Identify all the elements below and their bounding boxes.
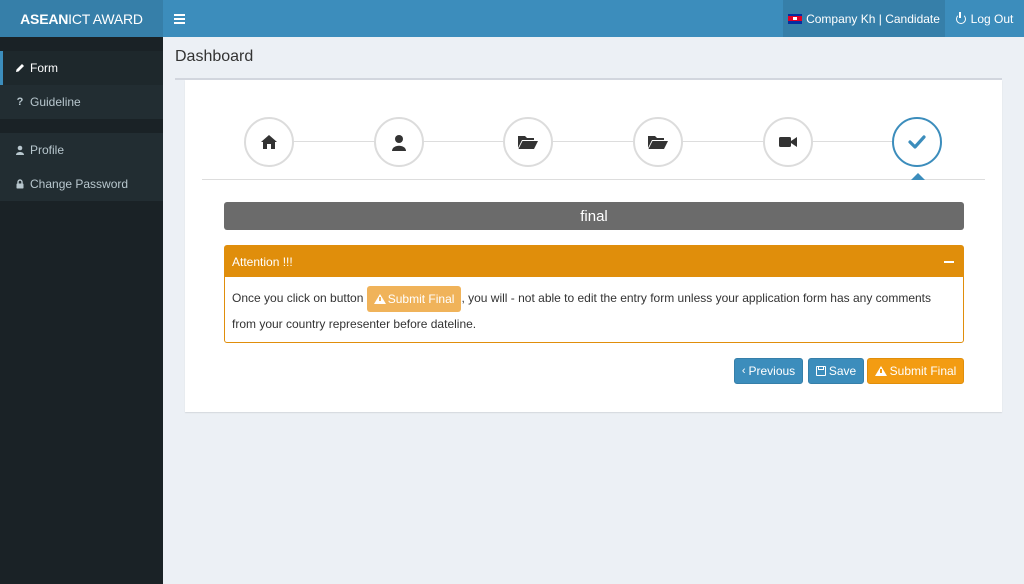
sidebar-item-label: Profile xyxy=(30,143,65,157)
sidebar-item-form[interactable]: Form xyxy=(0,51,163,85)
collapse-minus-icon[interactable] xyxy=(944,257,954,267)
pencil-icon xyxy=(16,64,24,72)
cambodia-flag-icon xyxy=(788,13,803,24)
submit-final-button[interactable]: Submit Final xyxy=(867,358,964,384)
save-button[interactable]: Save xyxy=(808,358,864,384)
attention-text-before: Once you click on button xyxy=(232,291,367,306)
inline-submit-final-label: Submit Final xyxy=(387,292,455,306)
inline-submit-final-button[interactable]: Submit Final xyxy=(366,286,462,312)
power-icon xyxy=(955,11,966,24)
attention-title: Attention !!! xyxy=(232,254,293,269)
hamburger-icon xyxy=(174,17,185,20)
wizard-step-final[interactable] xyxy=(892,117,942,167)
section-title-bar: final xyxy=(224,202,964,230)
attention-panel: Attention !!! Once you click on button S… xyxy=(224,245,964,343)
wizard-divider xyxy=(202,179,985,180)
sidebar-group-account: Profile Change Password xyxy=(0,133,163,201)
user-menu-label: Company Kh | Candidate xyxy=(806,11,940,26)
chevron-left-icon: ‹ xyxy=(741,365,746,377)
wizard-step-home[interactable] xyxy=(244,117,294,167)
logo-bold-text: ASEAN xyxy=(20,10,69,27)
sidebar-item-profile[interactable]: Profile xyxy=(0,133,163,167)
folder-open-icon xyxy=(648,136,668,149)
home-icon xyxy=(261,135,277,149)
floppy-disk-icon xyxy=(815,366,826,376)
user-icon xyxy=(16,145,24,155)
check-icon xyxy=(908,135,926,149)
sidebar-item-change-password[interactable]: Change Password xyxy=(0,167,163,201)
previous-label: Previous xyxy=(748,364,796,378)
sidebar-gap xyxy=(0,119,163,133)
video-camera-icon xyxy=(779,137,797,147)
question-icon: ? xyxy=(16,96,24,108)
wizard-progress-line xyxy=(270,141,920,142)
wizard-step-documents-2[interactable] xyxy=(633,117,683,167)
sidebar-item-label: Guideline xyxy=(30,95,81,109)
wizard-step-documents-1[interactable] xyxy=(503,117,553,167)
user-menu[interactable]: Company Kh | Candidate xyxy=(783,0,945,37)
logout-label: Log Out xyxy=(970,11,1014,26)
active-step-caret xyxy=(911,173,925,180)
sidebar-toggle-button[interactable] xyxy=(163,0,196,37)
wizard-step-video[interactable] xyxy=(763,117,813,167)
app-logo[interactable]: ASEAN ICT AWARD xyxy=(0,0,163,37)
sidebar-item-label: Change Password xyxy=(30,177,129,191)
attention-panel-body: Once you click on button Submit Final, y… xyxy=(225,277,963,336)
page-title: Dashboard xyxy=(175,48,254,65)
warning-icon xyxy=(874,366,887,376)
save-label: Save xyxy=(828,364,857,378)
sidebar-group-main: Form ? Guideline xyxy=(0,51,163,119)
section-title: final xyxy=(580,207,608,225)
submit-final-label: Submit Final xyxy=(889,364,957,378)
logout-button[interactable]: Log Out xyxy=(945,0,1024,37)
logo-text: ICT AWARD xyxy=(68,10,143,27)
user-icon xyxy=(392,134,406,151)
wizard-step-profile[interactable] xyxy=(374,117,424,167)
warning-icon xyxy=(373,294,386,304)
lock-icon xyxy=(16,179,24,189)
attention-panel-header: Attention !!! xyxy=(225,246,963,277)
sidebar-item-guideline[interactable]: ? Guideline xyxy=(0,85,163,119)
top-navbar: ASEAN ICT AWARD Company Kh | Candidate Lo… xyxy=(0,0,1024,37)
folder-open-icon xyxy=(518,136,538,149)
sidebar: Form ? Guideline Profile Change Password xyxy=(0,37,163,584)
previous-button[interactable]: ‹ Previous xyxy=(734,358,803,384)
sidebar-item-label: Form xyxy=(30,61,58,75)
